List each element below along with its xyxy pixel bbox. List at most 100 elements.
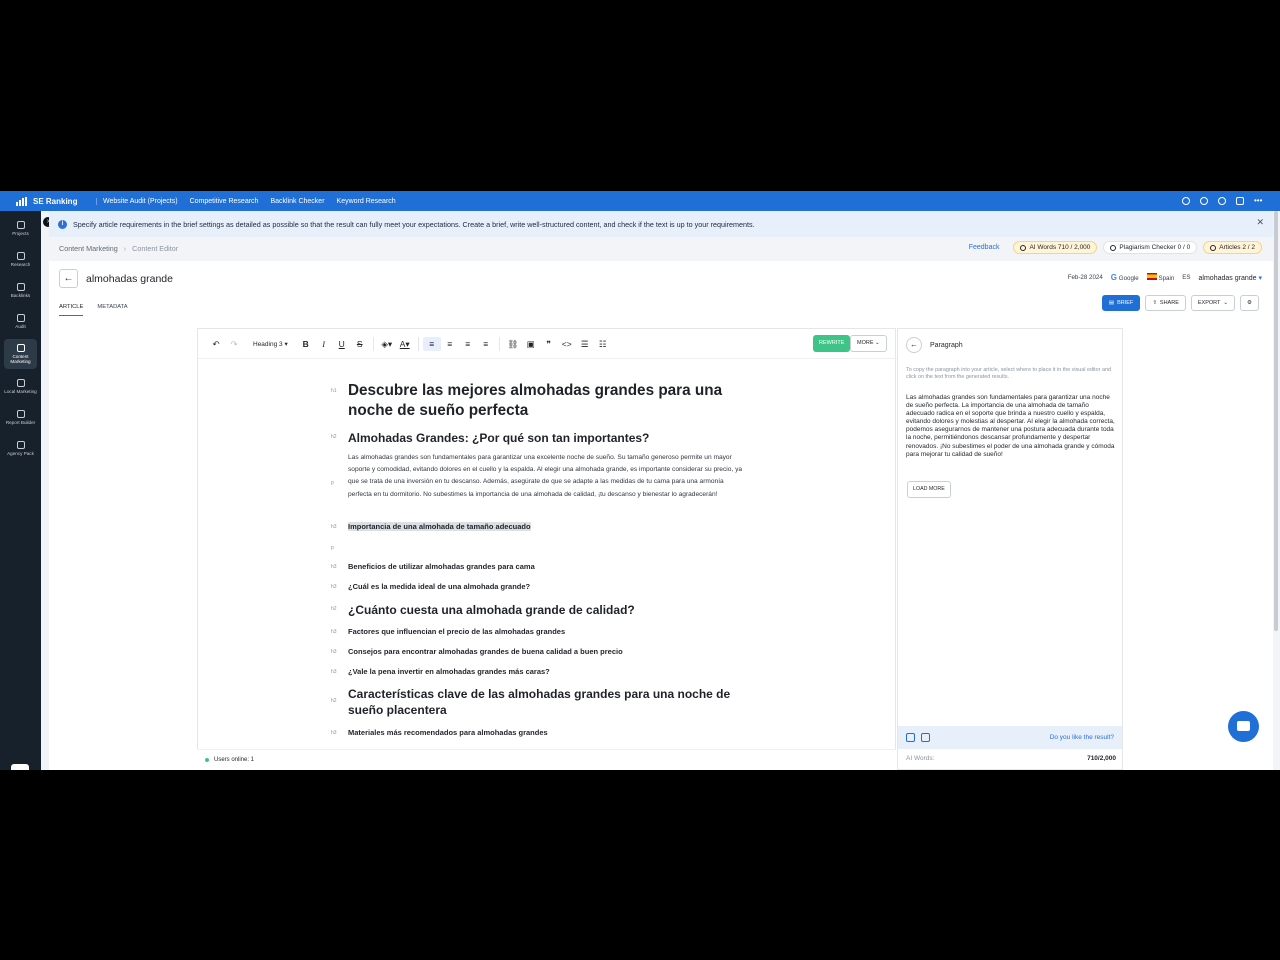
sidebar-item-label: Backlinks <box>10 293 31 298</box>
thumbs-down-icon[interactable] <box>921 733 930 742</box>
more-dots-icon[interactable]: ••• <box>1254 197 1264 205</box>
share-button[interactable]: ⇧ SHARE <box>1145 295 1186 311</box>
export-button[interactable]: EXPORT ⌄ <box>1190 295 1235 311</box>
thumbs-up-icon[interactable] <box>906 733 915 742</box>
sidebar-item-label: Local Marketing <box>4 389 37 394</box>
nav-backlink-checker[interactable]: Backlink Checker <box>268 198 324 205</box>
article-h3[interactable]: Factores que influencian el precio de la… <box>348 627 743 637</box>
share-label: SHARE <box>1159 300 1179 306</box>
location-icon <box>16 379 25 387</box>
sidebar-item-research[interactable]: Research <box>0 246 41 273</box>
numbered-list-icon[interactable]: ☷ <box>594 337 612 351</box>
article-paragraph[interactable]: Las almohadas grandes son fundamentales … <box>348 452 743 501</box>
article-h3[interactable]: Consejos para encontrar almohadas grande… <box>348 647 743 657</box>
search-engine: G Google <box>1111 273 1139 282</box>
heading-select[interactable]: Heading 3 ▾ <box>253 340 288 348</box>
plagiarism-badge[interactable]: Plagiarism Checker 0 / 0 <box>1103 241 1198 254</box>
redo-icon[interactable]: ↷ <box>225 337 243 351</box>
help-icon[interactable] <box>1200 197 1208 205</box>
feedback-link[interactable]: Feedback <box>969 244 1000 251</box>
article-h2[interactable]: Características clave de las almohadas g… <box>348 686 743 718</box>
country-label: Spain <box>1158 275 1175 282</box>
align-justify-icon[interactable]: ≡ <box>477 337 495 351</box>
align-center-icon[interactable]: ≡ <box>441 337 459 351</box>
ai-words-badge[interactable]: AI Words 710 / 2,000 <box>1013 241 1098 254</box>
articles-badge[interactable]: Articles 2 / 2 <box>1203 241 1262 254</box>
block-tag: h3 <box>331 584 337 590</box>
align-left-icon[interactable]: ≡ <box>422 336 441 351</box>
load-more-button[interactable]: LOAD MORE <box>907 481 951 498</box>
top-bar: SE Ranking Website Audit (Projects) Comp… <box>0 191 1280 211</box>
undo-icon[interactable]: ↶ <box>207 337 225 351</box>
lightbulb-icon[interactable] <box>1182 197 1190 205</box>
sidebar-item-agency-pack[interactable]: Agency Pack <box>0 435 41 462</box>
editor-footer: Users online: 1 <box>197 749 896 770</box>
chat-button[interactable] <box>1228 711 1259 742</box>
strikethrough-icon[interactable]: S <box>351 337 369 351</box>
article-h3[interactable]: Beneficios de utilizar almohadas grandes… <box>348 562 743 572</box>
align-right-icon[interactable]: ≡ <box>459 337 477 351</box>
gift-icon[interactable] <box>1218 197 1226 205</box>
settings-button[interactable]: ⚙ <box>1240 295 1259 311</box>
rewrite-button[interactable]: REWRITE <box>813 335 851 352</box>
page-scrollbar[interactable] <box>1274 211 1278 631</box>
bell-icon[interactable] <box>1236 197 1244 205</box>
close-icon[interactable]: ✕ <box>1256 217 1264 228</box>
sidebar-item-local-marketing[interactable]: Local Marketing <box>0 373 41 400</box>
brand-logo[interactable]: SE Ranking <box>0 196 92 206</box>
header-limits: Feedback AI Words 710 / 2,000 Plagiarism… <box>969 241 1262 254</box>
paragraph-panel: ← Paragraph To copy the paragraph into y… <box>897 328 1123 770</box>
bullet-list-icon[interactable]: ☰ <box>576 337 594 351</box>
quote-icon[interactable]: ❞ <box>540 337 558 351</box>
article-h2[interactable]: Almohadas Grandes: ¿Por qué son tan impo… <box>348 430 743 446</box>
search-engine-label: Google <box>1118 275 1139 282</box>
ai-icon <box>1020 244 1027 251</box>
keyword-select[interactable]: almohadas grande ▾ <box>1199 274 1262 282</box>
article-h3[interactable]: ¿Cuál es la medida ideal de una almohada… <box>348 582 743 592</box>
article-h1[interactable]: Descubre las mejores almohadas grandes p… <box>348 381 743 421</box>
nav-keyword-research[interactable]: Keyword Research <box>335 198 396 205</box>
ai-words-counter: AI Words: 710/2,000 <box>906 755 1116 762</box>
selected-text[interactable]: Importancia de una almohada de tamaño ad… <box>348 522 531 531</box>
block-tag: h3 <box>331 564 337 570</box>
breadcrumb-parent[interactable]: Content Marketing <box>59 244 118 253</box>
article-h3[interactable]: Materiales más recomendados para almohad… <box>348 728 743 738</box>
brief-button[interactable]: ▤ BRIEF <box>1101 295 1141 311</box>
articles-icon <box>1210 244 1217 251</box>
sidebar-item-audit[interactable]: Audit <box>0 308 41 335</box>
article-h3[interactable]: ¿Vale la pena invertir en almohadas gran… <box>348 667 743 677</box>
highlight-color-icon[interactable]: ◈▾ <box>378 337 396 351</box>
code-icon[interactable]: <> <box>558 337 576 351</box>
back-button[interactable]: ← <box>59 269 78 288</box>
link-icon[interactable]: ⛓ <box>504 337 522 351</box>
toolbar-divider <box>498 336 500 351</box>
sidebar-item-label: Audit <box>15 324 26 329</box>
article-h3[interactable]: Importancia de una almohada de tamaño ad… <box>348 522 743 532</box>
underline-icon[interactable]: U <box>333 337 351 351</box>
report-icon <box>16 410 25 418</box>
text-color-icon[interactable]: A▾ <box>396 337 414 351</box>
sidebar-item-backlinks[interactable]: Backlinks <box>0 277 41 304</box>
app-window: SE Ranking Website Audit (Projects) Comp… <box>0 191 1280 770</box>
image-icon[interactable]: ▣ <box>522 337 540 351</box>
sidebar-item-projects[interactable]: Projects <box>0 215 41 242</box>
panel-back-button[interactable]: ← <box>906 337 922 353</box>
sidebar-item-content-marketing[interactable]: Content Marketing <box>4 339 37 369</box>
more-button[interactable]: MORE ⌄ <box>850 335 887 352</box>
tab-article[interactable]: ARTICLE <box>59 304 84 316</box>
avatar[interactable]: IT <box>11 764 29 770</box>
ai-words-value: 710/2,000 <box>1087 755 1116 762</box>
like-question: Do you like the result? <box>1049 734 1114 741</box>
generated-paragraph[interactable]: Las almohadas grandes son fundamentales … <box>906 394 1116 459</box>
country: Spain <box>1146 273 1175 282</box>
nav-website-audit[interactable]: Website Audit (Projects) <box>101 198 178 205</box>
nav-competitive-research[interactable]: Competitive Research <box>188 198 259 205</box>
bold-icon[interactable]: B <box>297 337 315 351</box>
block-tag: p <box>331 545 334 551</box>
article-h2[interactable]: ¿Cuánto cuesta una almohada grande de ca… <box>348 602 743 618</box>
sidebar-item-report-builder[interactable]: Report Builder <box>0 404 41 431</box>
heading-label: Heading 3 <box>253 340 283 348</box>
italic-icon[interactable]: I <box>315 337 333 351</box>
tab-metadata[interactable]: METADATA <box>97 304 127 316</box>
doc-tabs: ARTICLE METADATA <box>59 304 128 316</box>
